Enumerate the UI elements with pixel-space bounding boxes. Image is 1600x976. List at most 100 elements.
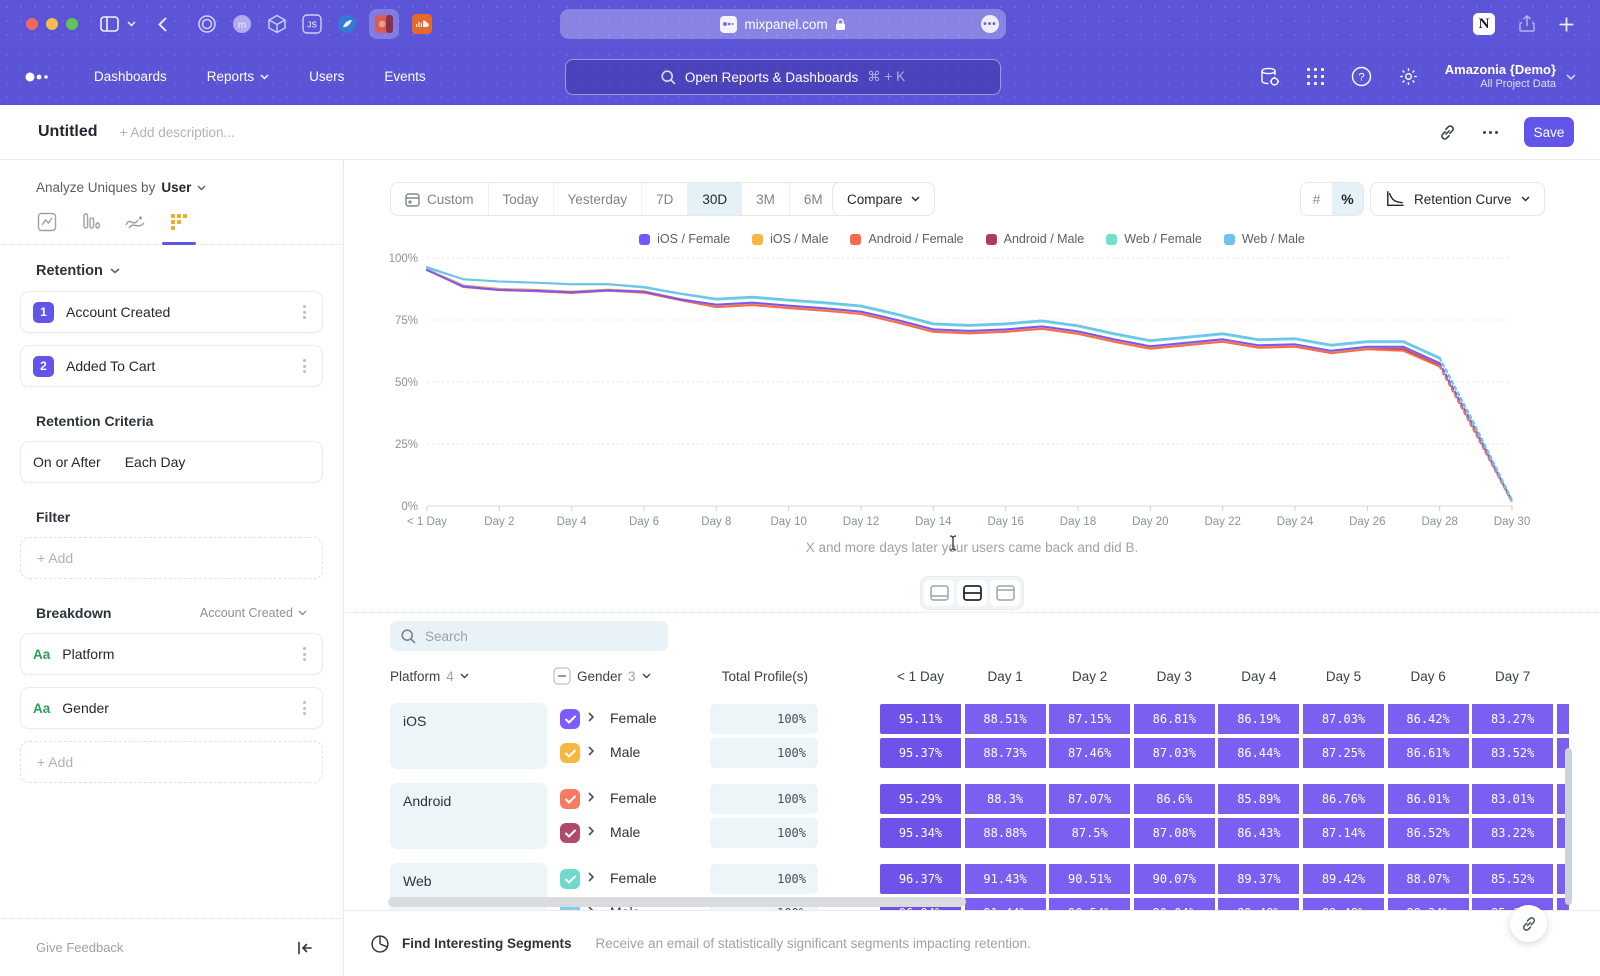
retention-value-cell[interactable]: 89.37% [1218,864,1299,894]
series-checkbox[interactable] [560,709,580,729]
tab-funnels[interactable] [80,211,102,233]
range-3m[interactable]: 3M [742,183,790,215]
close-window-button[interactable] [26,18,38,30]
retention-section-header[interactable]: Retention [36,263,307,279]
expand-row-icon[interactable] [588,826,594,836]
retention-value-cell[interactable]: 95.34% [880,818,961,848]
retention-value-cell[interactable]: 83.01% [1472,784,1553,814]
retention-value-cell[interactable]: 88.3% [965,784,1046,814]
retention-value-cell[interactable]: 86.01% [1388,784,1469,814]
copy-link-icon[interactable] [1438,123,1457,142]
retention-value-cell[interactable]: 95.37% [880,738,961,768]
expand-row-icon[interactable] [588,746,594,756]
nav-dashboards[interactable]: Dashboards [94,69,167,84]
legend-item[interactable]: Android / Male [986,232,1085,246]
retention-value-cell[interactable]: 87.15% [1049,704,1130,734]
retention-value-cell[interactable]: 90.07% [1134,864,1215,894]
retention-value-cell[interactable]: 87.25% [1303,738,1384,768]
nav-events[interactable]: Events [384,69,425,84]
retention-value-cell[interactable]: 87.5% [1049,818,1130,848]
help-icon[interactable]: ? [1351,66,1372,87]
legend-item[interactable]: iOS / Female [639,232,730,246]
retention-value-cell[interactable]: 85.67% [1472,898,1553,910]
back-icon[interactable] [158,17,167,32]
add-filter-button[interactable]: + Add [20,537,323,579]
tab-avatar-icon[interactable]: m [232,14,252,34]
retention-value-cell[interactable]: 91.44% [965,898,1046,910]
settings-gear-icon[interactable] [1398,66,1419,87]
url-bar[interactable]: mixpanel.com ••• [560,9,1006,39]
save-button[interactable]: Save [1524,117,1574,147]
series-checkbox[interactable] [560,869,580,889]
range-30d[interactable]: 30D [688,183,742,215]
collapse-sidebar-icon[interactable] [297,941,313,955]
sidebar-toggle-icon[interactable] [100,16,119,32]
layout-table-only-toggle[interactable] [990,580,1020,606]
tab-target-icon[interactable] [197,14,217,34]
absolute-values-toggle[interactable]: # [1301,183,1332,215]
retention-value-cell[interactable]: 91.43% [965,864,1046,894]
breakdown-gender[interactable]: Aa Gender [20,687,323,729]
segments-title[interactable]: Find Interesting Segments [402,936,572,951]
retention-value-cell[interactable]: 89.42% [1303,864,1384,894]
breakdown-scope-dropdown[interactable]: Account Created [200,606,307,620]
retention-value-cell[interactable]: 86.44% [1218,738,1299,768]
horizontal-scrollbar[interactable] [388,897,966,907]
retention-value-cell[interactable]: 87.08% [1134,818,1215,848]
breakdown-options-icon[interactable] [299,647,310,661]
series-checkbox[interactable] [560,743,580,763]
retention-value-cell[interactable]: 88.34% [1388,898,1469,910]
gender-column-header[interactable]: Gender3 [553,660,651,692]
legend-item[interactable]: Web / Female [1106,232,1202,246]
tab-retention[interactable] [168,211,190,233]
step-options-icon[interactable] [299,305,310,319]
retention-value-cell[interactable]: 88.88% [965,818,1046,848]
retention-value-cell[interactable]: 88.73% [965,738,1046,768]
expand-row-icon[interactable] [588,792,594,802]
retention-value-cell[interactable]: 86.42% [1388,704,1469,734]
retention-value-cell[interactable]: 88.07% [1388,864,1469,894]
tab-active-app-icon[interactable] [369,9,399,39]
analyze-uniques-row[interactable]: Analyze Uniques by User [36,180,343,195]
range-6m[interactable]: 6M [790,183,838,215]
notion-icon[interactable]: N [1473,13,1495,35]
data-management-icon[interactable] [1259,66,1281,88]
retention-value-cell[interactable]: 95.11% [880,704,961,734]
compare-button[interactable]: Compare [832,182,935,216]
retention-value-cell[interactable]: 86.19% [1218,704,1299,734]
tab-insights[interactable] [36,211,58,233]
retention-value-cell[interactable]: 86.52% [1388,818,1469,848]
retention-value-cell[interactable]: 90.04% [1134,898,1215,910]
retention-value-cell[interactable]: 87.03% [1303,704,1384,734]
retention-value-cell[interactable]: 87.14% [1303,818,1384,848]
range-yesterday[interactable]: Yesterday [554,183,643,215]
retention-value-cell[interactable]: 83.52% [1472,738,1553,768]
retention-criteria-card[interactable]: On or After Each Day [20,441,323,483]
retention-value-cell[interactable]: 83.27% [1472,704,1553,734]
global-search[interactable]: Open Reports & Dashboards ⌘ + K [565,59,1001,95]
expand-row-icon[interactable] [588,872,594,882]
retention-value-cell[interactable]: 86.76% [1303,784,1384,814]
legend-item[interactable]: Android / Female [850,232,963,246]
give-feedback-link[interactable]: Give Feedback [36,940,123,955]
tab-globe-icon[interactable] [337,14,357,34]
retention-value-cell[interactable]: 86.43% [1218,818,1299,848]
series-checkbox[interactable] [560,789,580,809]
retention-step-2[interactable]: 2 Added To Cart [20,345,323,387]
step-options-icon[interactable] [299,359,310,373]
retention-value-cell[interactable]: 87.03% [1134,738,1215,768]
breakdown-options-icon[interactable] [299,701,310,715]
range-7d[interactable]: 7D [642,183,688,215]
tab-cube-icon[interactable] [267,14,287,34]
chart-type-dropdown[interactable]: Retention Curve [1370,182,1545,216]
analyze-value[interactable]: User [161,180,191,195]
share-link-fab[interactable] [1510,905,1547,942]
zoom-window-button[interactable] [66,18,78,30]
percent-values-toggle[interactable]: % [1332,183,1363,215]
breakdown-platform[interactable]: Aa Platform [20,633,323,675]
new-tab-icon[interactable] [1559,17,1574,32]
platform-column-header[interactable]: Platform4 [390,660,469,692]
retention-value-cell[interactable]: 95.29% [880,784,961,814]
legend-item[interactable]: iOS / Male [752,232,828,246]
add-description[interactable]: + Add description... [120,125,235,140]
